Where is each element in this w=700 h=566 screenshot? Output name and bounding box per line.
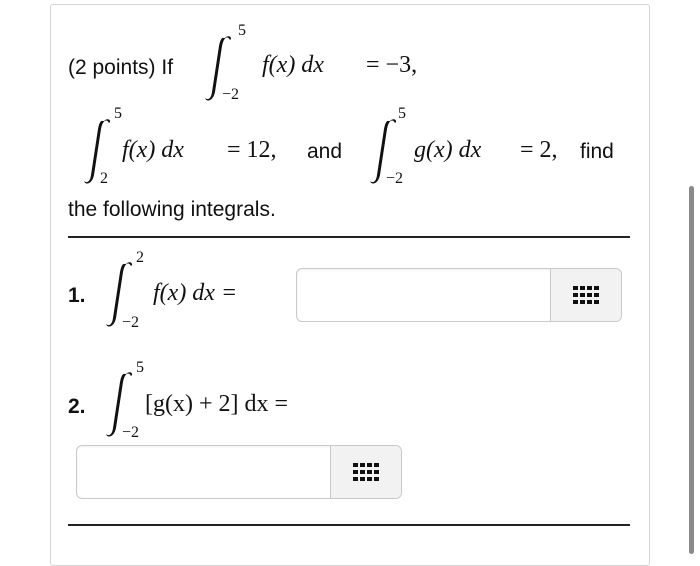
divider-bottom — [68, 524, 630, 526]
integral3-rhs: = 2, — [520, 137, 558, 163]
integral2-integrand: f(x) dx — [122, 137, 184, 163]
integral2-rhs: = 12, — [227, 137, 277, 163]
integral2-upper: 5 — [114, 105, 122, 122]
q2-number: 2. — [68, 395, 86, 418]
integral1-rhs: = −3, — [366, 52, 418, 78]
q1-upper: 2 — [136, 249, 144, 266]
integral1-lower: −2 — [222, 86, 240, 103]
integral3-upper: 5 — [398, 105, 406, 122]
integral1-integrand: f(x) dx — [262, 52, 324, 78]
q2-answer-field[interactable] — [76, 445, 402, 499]
instruction-text: the following integrals. — [68, 198, 276, 221]
integral2-lower: 2 — [100, 170, 108, 187]
q2-upper: 5 — [136, 359, 144, 376]
q2-lower: −2 — [122, 424, 140, 441]
integral3-integrand: g(x) dx — [414, 137, 482, 163]
q2-keypad-button[interactable] — [330, 446, 401, 498]
q1-expression: f(x) dx = — [153, 280, 238, 306]
find-text: find — [580, 140, 614, 163]
keypad-grid-icon — [573, 286, 599, 304]
q1-lower: −2 — [122, 314, 140, 331]
points-label: (2 points) If — [68, 56, 174, 79]
integral3-lower: −2 — [386, 170, 404, 187]
and-text: and — [307, 140, 343, 163]
keypad-grid-icon — [353, 463, 379, 481]
integral1-upper: 5 — [238, 22, 246, 39]
q1-keypad-button[interactable] — [550, 269, 621, 321]
q2-expression: [g(x) + 2] dx = — [145, 391, 289, 417]
scrollbar[interactable] — [689, 186, 694, 554]
q1-number: 1. — [68, 284, 86, 307]
divider-top — [68, 236, 630, 238]
q1-answer-field[interactable] — [296, 268, 622, 322]
